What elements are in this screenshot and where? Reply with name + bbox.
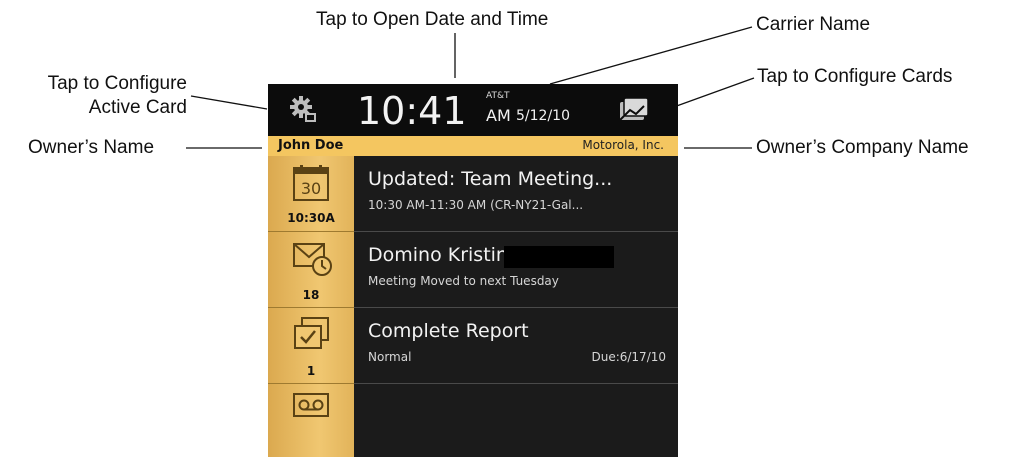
owner-bar: John Doe Motorola, Inc. xyxy=(268,136,678,156)
email-badge: 18 xyxy=(302,288,320,302)
leader-carrier xyxy=(549,26,753,85)
voicemail-tile[interactable] xyxy=(268,384,354,457)
card-subtitle: Normal xyxy=(368,350,412,364)
clock-ampm[interactable]: AM xyxy=(486,106,511,125)
callout-configure-active-line2: Active Card xyxy=(88,97,187,118)
gear-icon xyxy=(290,96,316,122)
owner-name: John Doe xyxy=(278,138,344,153)
callout-configure-cards: Tap to Configure Cards xyxy=(757,66,953,87)
task-due-date: Due:6/17/10 xyxy=(591,350,666,364)
clock-date[interactable]: 5/12/10 xyxy=(516,108,570,124)
card-title: Complete Report xyxy=(368,320,529,342)
card-row-calendar[interactable]: Updated: Team Meeting... 10:30 AM-11:30 … xyxy=(354,156,678,232)
tasks-badge: 1 xyxy=(306,364,316,378)
clock-time[interactable]: 10:41 xyxy=(357,88,467,134)
owner-company-name: Motorola, Inc. xyxy=(582,138,664,152)
card-icon-column: 30 10:30A 18 1 xyxy=(268,156,354,457)
carrier-name: AT&T xyxy=(486,91,510,101)
configure-active-card-button[interactable] xyxy=(288,94,318,124)
redaction-block xyxy=(504,246,614,268)
callout-date-time: Tap to Open Date and Time xyxy=(316,9,549,30)
calendar-icon: 30 xyxy=(293,165,329,201)
cards-config-icon xyxy=(619,97,649,121)
phone-screen: 10:41 AT&T AM 5/12/10 John Doe Motorola,… xyxy=(268,84,678,457)
card-row-task[interactable]: Complete Report Normal Due:6/17/10 xyxy=(354,308,678,384)
card-subtitle: 10:30 AM-11:30 AM (CR-NY21-Gal... xyxy=(368,198,584,212)
leader-configure-active xyxy=(190,95,268,110)
email-tile[interactable]: 18 xyxy=(268,232,354,308)
calendar-badge: 10:30A xyxy=(287,211,335,225)
email-clock-icon xyxy=(293,243,332,276)
card-subtitle: Meeting Moved to next Tuesday xyxy=(368,274,559,288)
callout-owner-company: Owner’s Company Name xyxy=(756,137,969,158)
tasks-icon xyxy=(294,317,329,349)
calendar-day-number: 30 xyxy=(301,179,321,198)
callout-configure-active-line1: Tap to Configure xyxy=(47,73,187,94)
calendar-tile[interactable]: 30 10:30A xyxy=(268,156,354,232)
configure-cards-button[interactable] xyxy=(616,94,650,126)
tasks-tile[interactable]: 1 xyxy=(268,308,354,384)
card-row-email[interactable]: Domino Kristin Meeting Moved to next Tue… xyxy=(354,232,678,308)
card-title: Updated: Team Meeting... xyxy=(368,168,613,190)
card-row-voicemail[interactable] xyxy=(354,384,678,457)
voicemail-icon xyxy=(293,393,329,417)
callout-carrier: Carrier Name xyxy=(756,14,871,35)
card-title: Domino Kristin xyxy=(368,244,508,266)
callout-owner-name: Owner’s Name xyxy=(28,137,155,158)
status-bar: 10:41 AT&T AM 5/12/10 xyxy=(268,84,678,136)
